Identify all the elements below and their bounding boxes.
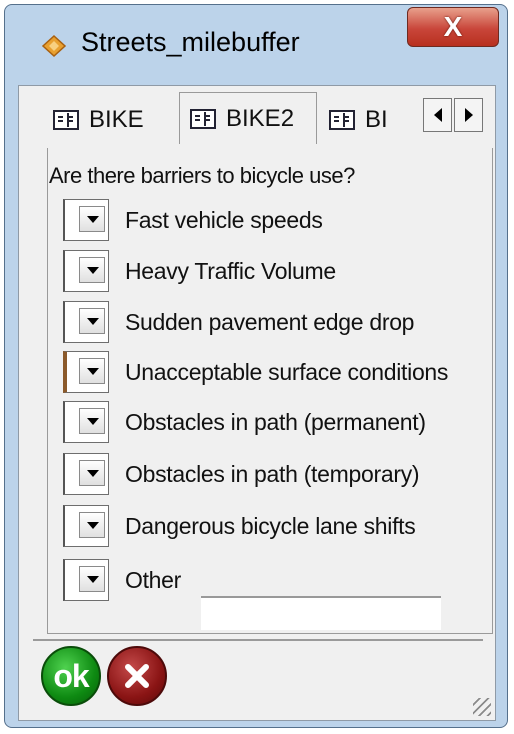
tab-bike2[interactable]: BIKE2: [179, 92, 317, 144]
form-icon: [190, 108, 216, 129]
client-area: BIKE BIKE2 BI Are there barriers to bicy…: [18, 85, 496, 721]
tab-label: BIKE2: [226, 104, 295, 132]
cancel-x-icon: [125, 664, 149, 688]
dropdown-arrow-icon: [79, 206, 105, 232]
ok-button[interactable]: ok: [41, 646, 101, 706]
window-title: Streets_milebuffer: [81, 27, 300, 57]
app-diamond-icon: [41, 34, 67, 58]
bicycle-lane-shifts-dropdown[interactable]: [63, 505, 109, 547]
barrier-label: Sudden pavement edge drop: [125, 308, 415, 335]
dropdown-arrow-icon: [79, 460, 105, 486]
barrier-row: Obstacles in path (permanent): [63, 400, 426, 444]
tab-scroll-left-button[interactable]: [423, 98, 452, 132]
dropdown-arrow-icon: [79, 308, 105, 334]
tab-scroll-buttons: [423, 98, 485, 132]
fast-vehicle-speeds-dropdown[interactable]: [63, 199, 109, 241]
dropdown-arrow-icon: [79, 566, 105, 592]
dropdown-arrow-icon: [79, 408, 105, 434]
pavement-edge-drop-dropdown[interactable]: [63, 301, 109, 343]
divider: [33, 639, 483, 641]
barrier-label: Other: [125, 566, 182, 593]
tab-label: BI: [365, 106, 388, 133]
title-bar[interactable]: Streets_milebuffer X: [5, 5, 507, 85]
dialog-window: Streets_milebuffer X BIKE BIKE2 BI Are t…: [4, 4, 508, 728]
arrow-left-icon: [433, 108, 442, 122]
arrow-right-icon: [464, 108, 473, 122]
dropdown-arrow-icon: [79, 358, 105, 384]
barrier-label: Dangerous bicycle lane shifts: [125, 512, 416, 539]
barrier-row: Heavy Traffic Volume: [63, 249, 336, 293]
other-text-input[interactable]: [201, 596, 441, 630]
obstacles-permanent-dropdown[interactable]: [63, 401, 109, 443]
barrier-label: Obstacles in path (permanent): [125, 408, 426, 435]
form-icon: [329, 110, 355, 130]
surface-conditions-dropdown[interactable]: [63, 351, 109, 393]
tab-bike[interactable]: BIKE: [53, 96, 144, 144]
barrier-label: Heavy Traffic Volume: [125, 257, 336, 284]
barrier-row: Fast vehicle speeds: [63, 198, 323, 242]
barrier-label: Unacceptable surface conditions: [125, 358, 449, 385]
barrier-row: Other: [63, 558, 181, 602]
obstacles-temporary-dropdown[interactable]: [63, 453, 109, 495]
barrier-label: Obstacles in path (temporary): [125, 460, 420, 487]
heavy-traffic-volume-dropdown[interactable]: [63, 250, 109, 292]
ok-label: ok: [53, 657, 89, 694]
dropdown-arrow-icon: [79, 512, 105, 538]
barrier-row: Unacceptable surface conditions: [63, 350, 448, 394]
form-icon: [53, 110, 79, 130]
barrier-label: Fast vehicle speeds: [125, 206, 323, 233]
other-dropdown[interactable]: [63, 559, 109, 601]
tab-scroll-right-button[interactable]: [454, 98, 483, 132]
close-button[interactable]: X: [407, 7, 499, 47]
dropdown-arrow-icon: [79, 257, 105, 283]
barrier-row: Dangerous bicycle lane shifts: [63, 504, 416, 548]
cancel-button[interactable]: [107, 646, 167, 706]
question-label: Are there barriers to bicycle use?: [49, 163, 355, 188]
tab-label: BIKE: [89, 106, 144, 133]
barrier-row: Sudden pavement edge drop: [63, 300, 414, 344]
resize-grip-icon[interactable]: [473, 698, 491, 716]
close-icon: X: [443, 11, 463, 42]
barrier-row: Obstacles in path (temporary): [63, 452, 420, 496]
